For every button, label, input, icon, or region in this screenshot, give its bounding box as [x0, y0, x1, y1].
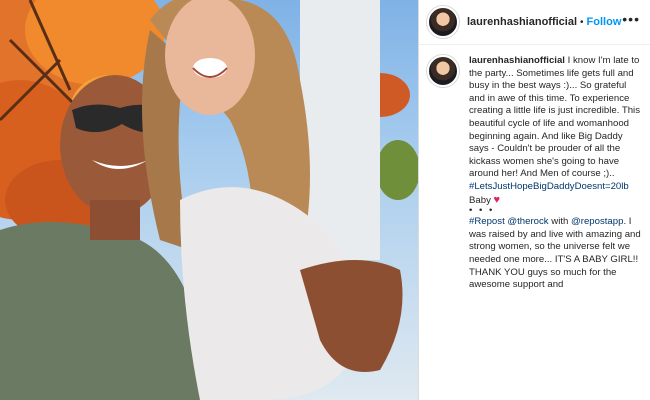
caption-text: laurenhashianofficial I know I'm late to… — [469, 55, 641, 292]
follow-button[interactable]: Follow — [587, 16, 622, 28]
caption-text-5: I was raised by and live with amazing an… — [469, 216, 641, 291]
caption-text-1: I know I'm late to the party... Sometime… — [469, 55, 640, 180]
mention-therock-link[interactable]: @therock — [507, 216, 548, 227]
post-header: laurenhashianofficial • Follow ••• — [419, 0, 650, 45]
caption-comment: laurenhashianofficial I know I'm late to… — [419, 55, 650, 292]
heart-emoji-icon: ♥ — [493, 193, 501, 206]
photo-illustration — [0, 0, 418, 400]
post-sidebar: laurenhashianofficial • Follow ••• laure… — [419, 0, 650, 400]
more-options-icon[interactable]: ••• — [622, 12, 640, 26]
repost-hashtag-link[interactable]: #Repost — [469, 216, 505, 227]
caption-text-4: . — [623, 216, 627, 228]
woman-face — [165, 0, 255, 115]
caption-avatar[interactable] — [427, 55, 459, 87]
man-shirt — [0, 222, 210, 400]
caption-username[interactable]: laurenhashianofficial — [469, 55, 565, 66]
caption-dots: • • • — [469, 205, 495, 217]
avatar[interactable] — [427, 6, 459, 38]
caption-text-2: Baby — [469, 194, 491, 206]
header-username[interactable]: laurenhashianofficial — [467, 16, 577, 28]
post-photo[interactable] — [0, 0, 418, 400]
separator-dot: • — [580, 16, 584, 28]
hashtag-link[interactable]: #LetsJustHopeBigDaddyDoesnt=20lb — [469, 181, 629, 192]
caption-text-3: with — [551, 216, 569, 228]
mention-repostapp-link[interactable]: @repostapp — [571, 216, 623, 227]
